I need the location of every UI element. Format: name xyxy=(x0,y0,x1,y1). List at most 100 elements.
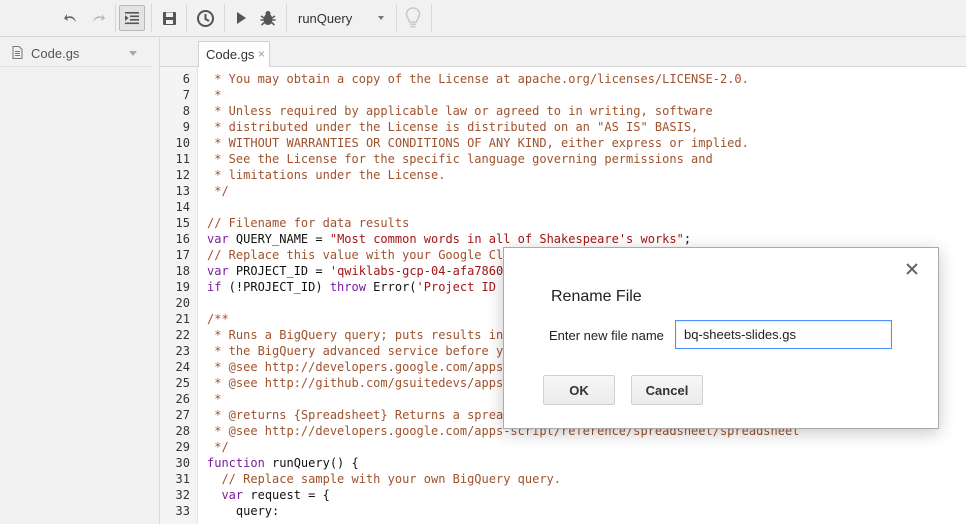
file-name-input[interactable] xyxy=(675,320,892,349)
code-text: */ xyxy=(207,439,229,455)
function-select[interactable]: runQuery xyxy=(290,5,394,31)
line-number: 23 xyxy=(175,344,190,358)
line-number: 14 xyxy=(175,200,190,214)
code-text: var PROJECT_ID = 'qwiklabs-gcp-04-afa786… xyxy=(207,263,503,279)
run-button[interactable] xyxy=(229,5,253,31)
code-token: * distributed under the License is distr… xyxy=(207,120,699,134)
code-token: */ xyxy=(207,440,229,454)
code-text: // Replace this value with your Google C… xyxy=(207,247,503,263)
code-token: QUERY_NAME = xyxy=(228,232,330,246)
code-line: 7 * xyxy=(160,87,966,103)
code-text: * distributed under the License is distr… xyxy=(207,119,698,135)
ok-button[interactable]: OK xyxy=(543,375,615,405)
line-number: 13 xyxy=(175,184,190,198)
line-number: 29 xyxy=(175,440,190,454)
code-line: 31 // Replace sample with your own BigQu… xyxy=(160,471,966,487)
tab-code-gs[interactable]: Code.gs × xyxy=(198,41,270,67)
code-text: * xyxy=(207,391,221,407)
code-line: 10 * WITHOUT WARRANTIES OR CONDITIONS OF… xyxy=(160,135,966,151)
code-text: * limitations under the License. xyxy=(207,167,445,183)
suggestions-button[interactable] xyxy=(400,5,426,31)
save-button[interactable] xyxy=(157,5,181,31)
sidebar-splitter[interactable] xyxy=(152,37,160,524)
line-number: 26 xyxy=(175,392,190,406)
code-token: Error( xyxy=(365,280,417,294)
code-text: * Unless required by applicable law or a… xyxy=(207,103,713,119)
code-token: // Replace this value with your Google C… xyxy=(207,248,504,262)
line-number: 24 xyxy=(175,360,190,374)
code-token: /** xyxy=(207,312,229,326)
indent-button[interactable] xyxy=(119,5,145,31)
play-icon xyxy=(237,12,246,24)
code-text: * WITHOUT WARRANTIES OR CONDITIONS OF AN… xyxy=(207,135,749,151)
line-number: 16 xyxy=(175,232,190,246)
code-token: "Most common words in all of Shakespeare… xyxy=(329,232,684,246)
file-item-label: Code.gs xyxy=(31,46,80,61)
dialog-title: Rename File xyxy=(551,288,642,305)
line-number: 22 xyxy=(175,328,190,342)
code-token: * @returns {Spreadsheet} Returns a sprea xyxy=(207,408,504,422)
code-token: function xyxy=(207,456,265,470)
code-token: * @see http://github.com/gsuitedevs/apps xyxy=(207,376,504,390)
line-number: 10 xyxy=(175,136,190,150)
code-token: * xyxy=(207,392,222,406)
code-token: 'Project ID xyxy=(416,280,497,294)
code-text: /** xyxy=(207,311,229,327)
chevron-down-icon[interactable] xyxy=(129,51,137,56)
lightbulb-icon xyxy=(405,7,421,28)
code-token: PROJECT_ID = xyxy=(228,264,330,278)
code-token: * WITHOUT WARRANTIES OR CONDITIONS OF AN… xyxy=(207,136,749,150)
line-number: 31 xyxy=(175,472,190,486)
clock-icon xyxy=(196,9,214,27)
line-number: 19 xyxy=(175,280,190,294)
cancel-button[interactable]: Cancel xyxy=(631,375,703,405)
triggers-button[interactable] xyxy=(192,5,218,31)
code-token: ; xyxy=(683,232,692,246)
tab-label: Code.gs xyxy=(206,47,255,62)
code-text: var request = { xyxy=(207,487,330,503)
code-text: * @see http://github.com/gsuitedevs/apps xyxy=(207,375,503,391)
code-text: // Replace sample with your own BigQuery… xyxy=(207,471,561,487)
code-text: * @see http://developers.google.com/apps xyxy=(207,359,503,375)
code-text: function runQuery() { xyxy=(207,455,359,471)
line-number: 28 xyxy=(175,424,190,438)
code-token: // Filename for data results xyxy=(207,216,410,230)
file-sidebar: Code.gs xyxy=(0,37,152,524)
redo-button[interactable] xyxy=(86,5,110,31)
line-number: 25 xyxy=(175,376,190,390)
code-line: 32 var request = { xyxy=(160,487,966,503)
code-token: * See the License for the specific langu… xyxy=(207,152,713,166)
line-number: 8 xyxy=(182,104,190,118)
code-token: request = { xyxy=(243,488,330,502)
line-number: 17 xyxy=(175,248,190,262)
undo-button[interactable] xyxy=(59,5,83,31)
save-icon xyxy=(162,11,176,25)
line-number: 20 xyxy=(175,296,190,310)
code-line: 6 * You may obtain a copy of the License… xyxy=(160,71,966,87)
code-text: */ xyxy=(207,183,228,199)
code-line: 13 */ xyxy=(160,183,966,199)
code-token: query: xyxy=(207,504,280,518)
close-dialog-icon[interactable] xyxy=(905,262,919,276)
debug-button[interactable] xyxy=(255,5,281,31)
code-token: // Replace sample with your own BigQuery… xyxy=(207,472,562,486)
line-number: 6 xyxy=(182,72,190,86)
line-number: 18 xyxy=(175,264,190,278)
file-item-code-gs[interactable]: Code.gs xyxy=(0,40,152,67)
code-token: var xyxy=(207,232,229,246)
code-line: 30 function runQuery() { xyxy=(160,455,966,471)
line-number: 12 xyxy=(175,168,190,182)
code-text: var QUERY_NAME = "Most common words in a… xyxy=(207,231,691,247)
file-name-label: Enter new file name xyxy=(549,328,664,343)
code-token: * the BigQuery advanced service before y xyxy=(207,344,504,358)
close-icon[interactable]: × xyxy=(258,47,265,61)
line-number: 33 xyxy=(175,504,190,518)
code-token: 'qwiklabs-gcp-04-afa7860 xyxy=(329,264,504,278)
line-number: 9 xyxy=(182,120,190,134)
code-text: * Runs a BigQuery query; puts results in xyxy=(207,327,503,343)
chevron-down-icon xyxy=(378,16,384,20)
line-number: 32 xyxy=(175,488,190,502)
tab-strip: Code.gs × xyxy=(160,37,966,67)
toolbar: runQuery xyxy=(0,0,966,37)
